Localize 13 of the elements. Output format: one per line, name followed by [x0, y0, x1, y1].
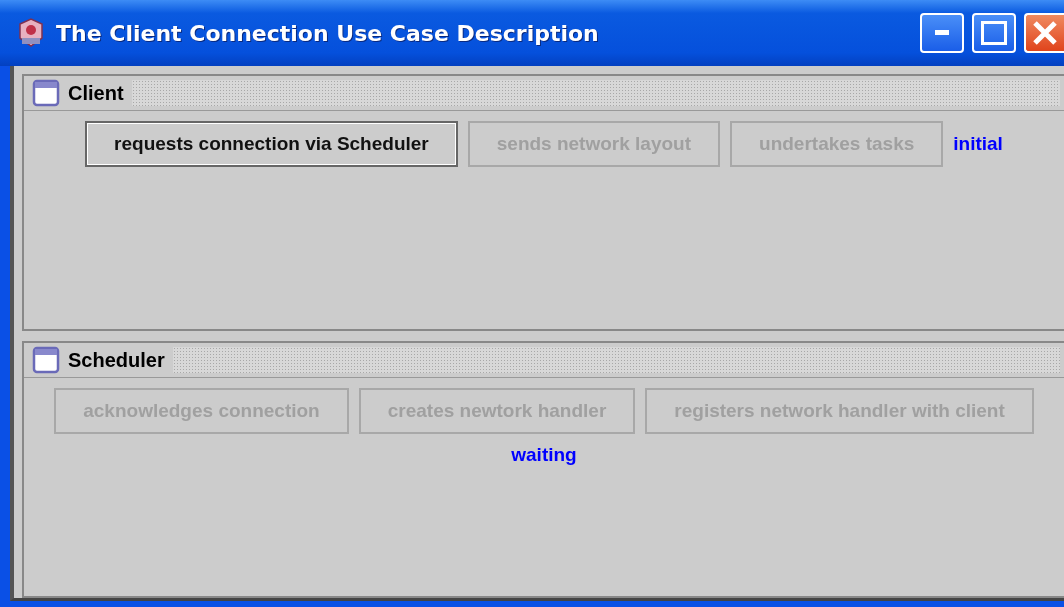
frame-title: Scheduler	[68, 348, 165, 372]
frame-title: Client	[68, 81, 124, 105]
maximize-icon	[981, 21, 1007, 45]
close-button[interactable]	[1024, 13, 1064, 53]
status-label: waiting	[511, 444, 577, 466]
status-label: initial	[953, 133, 1003, 155]
action-button[interactable]: requests connection via Scheduler	[85, 121, 458, 167]
window-icon	[32, 79, 60, 107]
window-title: The Client Connection Use Case Description	[56, 20, 600, 46]
window-icon	[32, 346, 60, 374]
minimize-icon	[935, 30, 949, 36]
maximize-button[interactable]	[972, 13, 1016, 53]
minimize-button[interactable]	[920, 13, 964, 53]
